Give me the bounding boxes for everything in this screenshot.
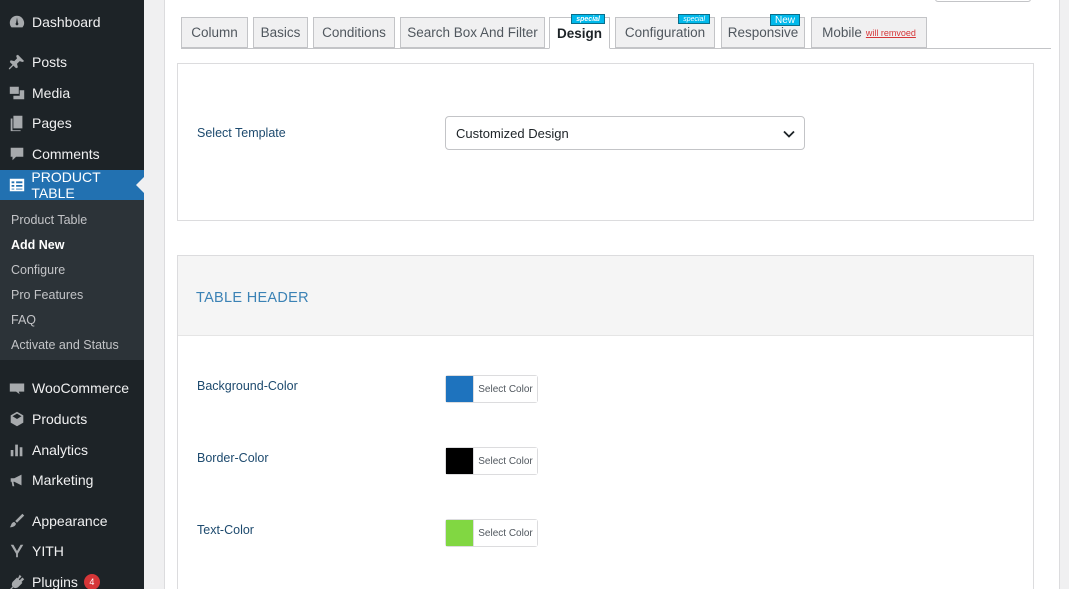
background-color-label: Background-Color	[197, 379, 298, 393]
table-icon	[7, 175, 26, 195]
text-color-picker[interactable]: Select Color	[445, 519, 538, 547]
menu-label: Analytics	[32, 442, 89, 458]
tab-search-box-filter[interactable]: Search Box And Filter	[400, 17, 545, 48]
background-color-picker[interactable]: Select Color	[445, 375, 538, 403]
menu-analytics[interactable]: Analytics	[0, 435, 144, 465]
color-swatch	[446, 448, 473, 474]
special-tag: special	[678, 14, 710, 24]
megaphone-icon	[7, 470, 27, 490]
comment-icon	[7, 144, 27, 164]
media-icon	[7, 83, 27, 103]
menu-comments[interactable]: Comments	[0, 139, 144, 169]
settings-panel: Column Basics Conditions Search Box And …	[164, 0, 1060, 589]
woo-icon	[7, 378, 27, 398]
menu-label: PRODUCT TABLE	[31, 169, 101, 201]
plug-icon	[7, 572, 27, 589]
tab-conditions[interactable]: Conditions	[313, 17, 395, 48]
dashboard-icon	[7, 12, 27, 32]
special-tag: special	[571, 14, 605, 24]
menu-product-table[interactable]: PRODUCT TABLE	[0, 169, 144, 201]
select-color-button[interactable]: Select Color	[473, 448, 537, 474]
select-template-label: Select Template	[197, 126, 286, 140]
menu-woocommerce[interactable]: WooCommerce	[0, 373, 144, 403]
removal-note[interactable]: will remvoed	[866, 28, 916, 38]
tab-mobile[interactable]: Mobile will remvoed	[811, 17, 927, 48]
submenu-faq[interactable]: FAQ	[11, 313, 36, 327]
submenu-configure[interactable]: Configure	[11, 263, 65, 277]
template-selected-value: Customized Design	[456, 125, 569, 141]
submenu-activate-status[interactable]: Activate and Status	[11, 338, 119, 352]
menu-dashboard[interactable]: Dashboard	[0, 7, 144, 37]
menu-products[interactable]: Products	[0, 404, 144, 434]
menu-label: Appearance	[32, 513, 108, 529]
template-box: Select Template Customized Design	[177, 63, 1034, 221]
menu-marketing[interactable]: Marketing	[0, 465, 144, 495]
menu-label: Products	[32, 411, 88, 427]
menu-label: Marketing	[32, 472, 94, 488]
tab-column[interactable]: Column	[181, 17, 248, 48]
select-color-button[interactable]: Select Color	[473, 520, 537, 546]
admin-sidebar: Dashboard Posts Media Pages Comments PRO…	[0, 0, 144, 589]
product-table-submenu: Product Table Add New Configure Pro Feat…	[0, 200, 144, 360]
menu-label: WooCommerce	[32, 380, 129, 396]
menu-media[interactable]: Media	[0, 78, 144, 108]
menu-label: Posts	[32, 54, 68, 70]
settings-tabs: Column Basics Conditions Search Box And …	[181, 14, 1051, 49]
table-header-section-head: TABLE HEADER	[178, 256, 1033, 336]
menu-label: Pages	[32, 115, 72, 131]
menu-yith[interactable]: YITH	[0, 536, 144, 566]
border-color-label: Border-Color	[197, 451, 269, 465]
pin-icon	[7, 52, 27, 72]
box-icon	[7, 409, 27, 429]
top-input-edge[interactable]	[935, 0, 1031, 2]
menu-plugins[interactable]: Plugins 4	[0, 567, 144, 589]
color-swatch	[446, 376, 473, 402]
main-content: Column Basics Conditions Search Box And …	[144, 0, 1069, 589]
chevron-down-icon	[783, 130, 795, 138]
menu-posts[interactable]: Posts	[0, 47, 144, 77]
yith-icon	[7, 541, 27, 561]
menu-label: Comments	[32, 146, 100, 162]
select-color-button[interactable]: Select Color	[473, 376, 537, 402]
menu-label: YITH	[32, 543, 64, 559]
section-title: TABLE HEADER	[196, 290, 309, 306]
submenu-pro-features[interactable]: Pro Features	[11, 288, 83, 302]
menu-label: Media	[32, 85, 71, 101]
submenu-product-table[interactable]: Product Table	[11, 213, 87, 227]
border-color-picker[interactable]: Select Color	[445, 447, 538, 475]
submenu-add-new[interactable]: Add New	[11, 238, 64, 252]
pages-icon	[7, 113, 27, 133]
tab-basics[interactable]: Basics	[253, 17, 308, 48]
menu-appearance[interactable]: Appearance	[0, 506, 144, 536]
template-select[interactable]: Customized Design	[445, 116, 805, 150]
brush-icon	[7, 511, 27, 531]
new-tag: New	[769, 14, 800, 26]
text-color-label: Text-Color	[197, 523, 254, 537]
menu-pages[interactable]: Pages	[0, 108, 144, 138]
bar-chart-icon	[7, 440, 27, 460]
tab-responsive[interactable]: Responsive New	[721, 14, 805, 48]
menu-label: Dashboard	[32, 14, 101, 30]
color-swatch	[446, 520, 473, 546]
tab-configuration[interactable]: Configuration special	[615, 14, 715, 48]
tab-design[interactable]: Design special	[549, 14, 610, 49]
table-header-box: TABLE HEADER Background-Color Select Col…	[177, 255, 1034, 589]
plugins-update-badge: 4	[83, 574, 100, 589]
page-scrollbar[interactable]	[1060, 0, 1069, 589]
menu-label: Plugins	[32, 574, 78, 589]
